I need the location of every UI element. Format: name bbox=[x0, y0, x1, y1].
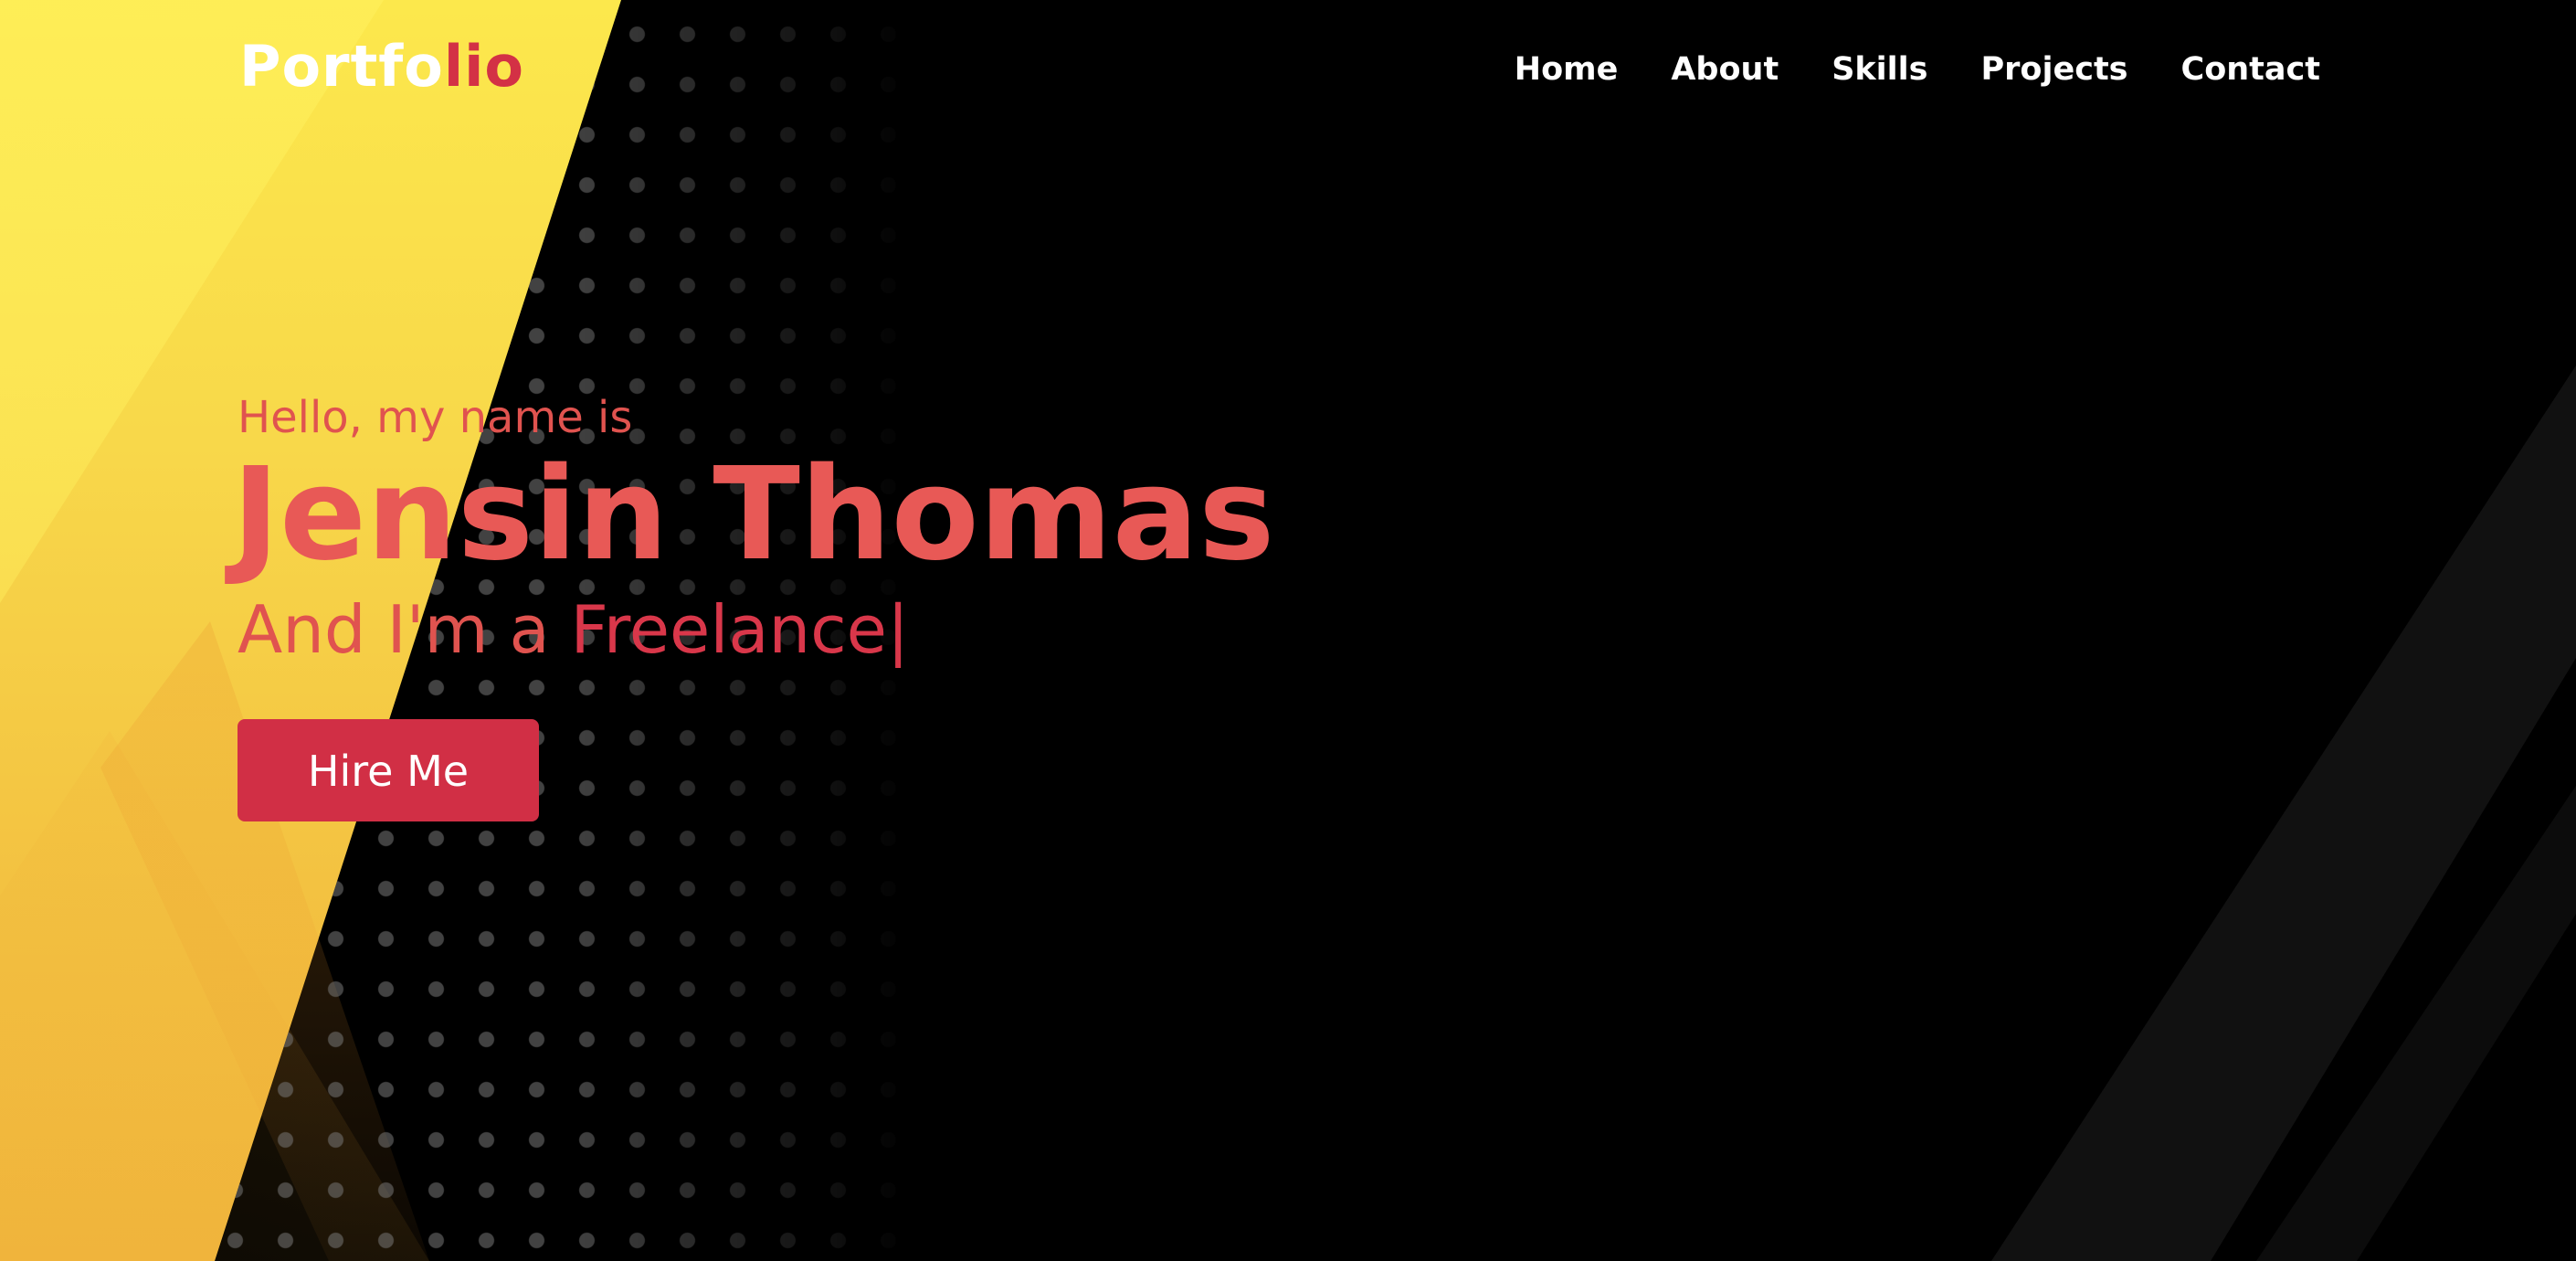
nav-menu: Home About Skills Projects Contact bbox=[1515, 51, 2320, 88]
logo-accent-text: lio bbox=[443, 33, 524, 100]
nav-link-home[interactable]: Home bbox=[1515, 51, 1619, 88]
hero-content: Hello, my name is Jensin Thomas And I'm … bbox=[232, 392, 1274, 822]
role-typed-word: Freelance bbox=[570, 590, 887, 668]
site-logo[interactable]: Portfolio bbox=[239, 38, 524, 95]
logo-main-text: Portfo bbox=[239, 33, 444, 100]
nav-link-contact[interactable]: Contact bbox=[2181, 51, 2320, 88]
hero-role-line: And I'm a Freelance| bbox=[238, 590, 1274, 668]
typing-cursor: | bbox=[886, 590, 910, 668]
nav-item-home: Home bbox=[1515, 51, 1619, 88]
nav-item-about: About bbox=[1671, 51, 1779, 88]
navbar: Portfolio Home About Skills Projects Con… bbox=[0, 0, 2576, 146]
hero-name: Jensin Thomas bbox=[232, 440, 1275, 590]
nav-item-projects: Projects bbox=[1981, 51, 2128, 88]
hero-section: Portfolio Home About Skills Projects Con… bbox=[0, 0, 2576, 1261]
nav-item-skills: Skills bbox=[1832, 51, 1927, 88]
role-prefix: And I'm a bbox=[238, 590, 571, 668]
nav-item-contact: Contact bbox=[2181, 51, 2320, 88]
hire-me-button[interactable]: Hire Me bbox=[238, 719, 539, 822]
nav-link-about[interactable]: About bbox=[1671, 51, 1779, 88]
hero-greeting: Hello, my name is bbox=[238, 392, 633, 443]
nav-link-projects[interactable]: Projects bbox=[1981, 51, 2128, 88]
nav-link-skills[interactable]: Skills bbox=[1832, 51, 1927, 88]
